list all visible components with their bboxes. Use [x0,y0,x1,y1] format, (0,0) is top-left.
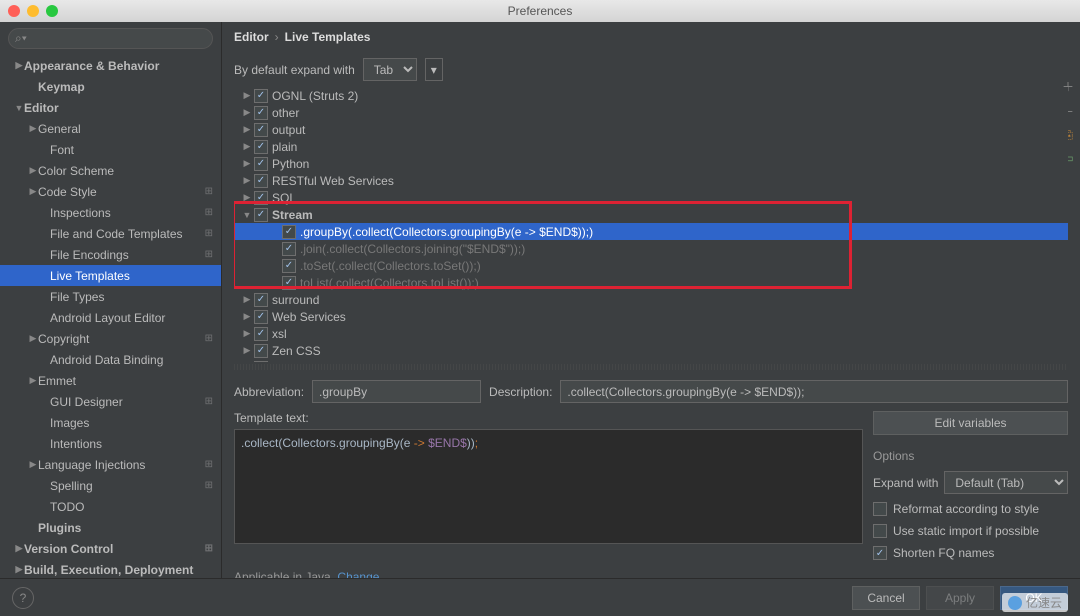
help-icon[interactable]: ? [12,587,34,609]
sidebar-item-android-layout-editor[interactable]: Android Layout Editor [0,307,221,328]
apply-button: Apply [926,586,994,610]
templates-tree[interactable]: ▶OGNL (Struts 2)▶other▶output▶plain▶Pyth… [234,87,1068,362]
sidebar-item-todo[interactable]: TODO [0,496,221,517]
expandwith-label: Expand with [873,476,938,490]
search-icon: ⌕▾ [15,31,27,46]
sidebar-item-code-style[interactable]: ▶Code Style⊞ [0,181,221,202]
sidebar-item-build-execution-deployment[interactable]: ▶Build, Execution, Deployment [0,559,221,580]
sidebar-item-spelling[interactable]: Spelling⊞ [0,475,221,496]
template-tolist[interactable]: toList (.collect(Collectors.toList());) [234,274,1068,291]
expand-select[interactable]: Tab [363,58,417,81]
options-label: Options [873,449,1068,463]
template-text-label: Template text: [234,411,863,425]
template--toset[interactable]: .toSet (.collect(Collectors.toSet());) [234,257,1068,274]
abbrev-label: Abbreviation: [234,385,304,399]
dropdown-icon[interactable]: ▾ [425,58,443,81]
template--groupby[interactable]: .groupBy (.collect(Collectors.groupingBy… [234,223,1068,240]
sidebar-item-file-and-code-templates[interactable]: File and Code Templates⊞ [0,223,221,244]
sidebar-item-images[interactable]: Images [0,412,221,433]
minimize-icon[interactable] [27,5,39,17]
zoom-icon[interactable] [46,5,58,17]
shorten-fq-label: Shorten FQ names [893,546,994,560]
sidebar-item-intentions[interactable]: Intentions [0,433,221,454]
sidebar-item-editor[interactable]: ▼Editor [0,97,221,118]
breadcrumb: Editor › Live Templates [222,22,1080,52]
sidebar-item-plugins[interactable]: Plugins [0,517,221,538]
template-text-editor[interactable]: .collect(Collectors.groupingBy(e -> $END… [234,429,863,544]
template--join[interactable]: .join (.collect(Collectors.joining("$END… [234,240,1068,257]
template-zen-css[interactable]: ▶Zen CSS [234,342,1068,359]
expand-label: By default expand with [234,63,355,77]
sidebar-item-file-types[interactable]: File Types [0,286,221,307]
splitter[interactable] [234,364,1068,370]
template-output[interactable]: ▶output [234,121,1068,138]
sidebar-item-font[interactable]: Font [0,139,221,160]
traffic-lights [8,5,58,17]
sidebar-item-general[interactable]: ▶General [0,118,221,139]
abbrev-input[interactable] [312,380,481,403]
template-sql[interactable]: ▶SQL [234,189,1068,206]
sidebar-item-inspections[interactable]: Inspections⊞ [0,202,221,223]
sidebar-item-language-injections[interactable]: ▶Language Injections⊞ [0,454,221,475]
static-import-label: Use static import if possible [893,524,1039,538]
sidebar-item-color-scheme[interactable]: ▶Color Scheme [0,160,221,181]
template-xsl[interactable]: ▶xsl [234,325,1068,342]
sidebar-item-copyright[interactable]: ▶Copyright⊞ [0,328,221,349]
watermark: 亿速云 [1002,593,1068,612]
sidebar-item-keymap[interactable]: Keymap [0,76,221,97]
crumb-editor[interactable]: Editor [234,30,269,44]
template-surround[interactable]: ▶surround [234,291,1068,308]
template-ognl-struts-2-[interactable]: ▶OGNL (Struts 2) [234,87,1068,104]
template-plain[interactable]: ▶plain [234,138,1068,155]
desc-input[interactable] [560,380,1068,403]
expandwith-select[interactable]: Default (Tab) [944,471,1068,494]
sidebar-item-appearance-behavior[interactable]: ▶Appearance & Behavior [0,55,221,76]
footer: ? Cancel Apply OK [0,578,1080,616]
reformat-checkbox[interactable] [873,502,887,516]
template-web-services[interactable]: ▶Web Services [234,308,1068,325]
template-restful-web-services[interactable]: ▶RESTful Web Services [234,172,1068,189]
window-title: Preferences [508,4,573,18]
search-input[interactable]: ⌕▾ [8,28,213,49]
chevron-right-icon: › [275,30,279,44]
template-stream[interactable]: ▼Stream [234,206,1068,223]
sidebar-item-gui-designer[interactable]: GUI Designer⊞ [0,391,221,412]
shorten-fq-checkbox[interactable] [873,546,887,560]
desc-label: Description: [489,385,552,399]
sidebar-item-emmet[interactable]: ▶Emmet [0,370,221,391]
sidebar-item-live-templates[interactable]: Live Templates [0,265,221,286]
sidebar: ⌕▾ ▶Appearance & BehaviorKeymap▼Editor▶G… [0,22,222,594]
template-python[interactable]: ▶Python [234,155,1068,172]
cancel-button[interactable]: Cancel [852,586,920,610]
close-icon[interactable] [8,5,20,17]
static-import-checkbox[interactable] [873,524,887,538]
titlebar: Preferences [0,0,1080,22]
template-zen-html[interactable]: ▶Zen HTML [234,359,1068,362]
sidebar-item-android-data-binding[interactable]: Android Data Binding [0,349,221,370]
template-other[interactable]: ▶other [234,104,1068,121]
sidebar-item-version-control[interactable]: ▶Version Control⊞ [0,538,221,559]
settings-tree: ▶Appearance & BehaviorKeymap▼Editor▶Gene… [0,55,221,594]
main-panel: Editor › Live Templates By default expan… [222,22,1080,594]
edit-variables-button[interactable]: Edit variables [873,411,1068,435]
sidebar-item-file-encodings[interactable]: File Encodings⊞ [0,244,221,265]
reformat-label: Reformat according to style [893,502,1039,516]
crumb-livetemplates: Live Templates [285,30,371,44]
